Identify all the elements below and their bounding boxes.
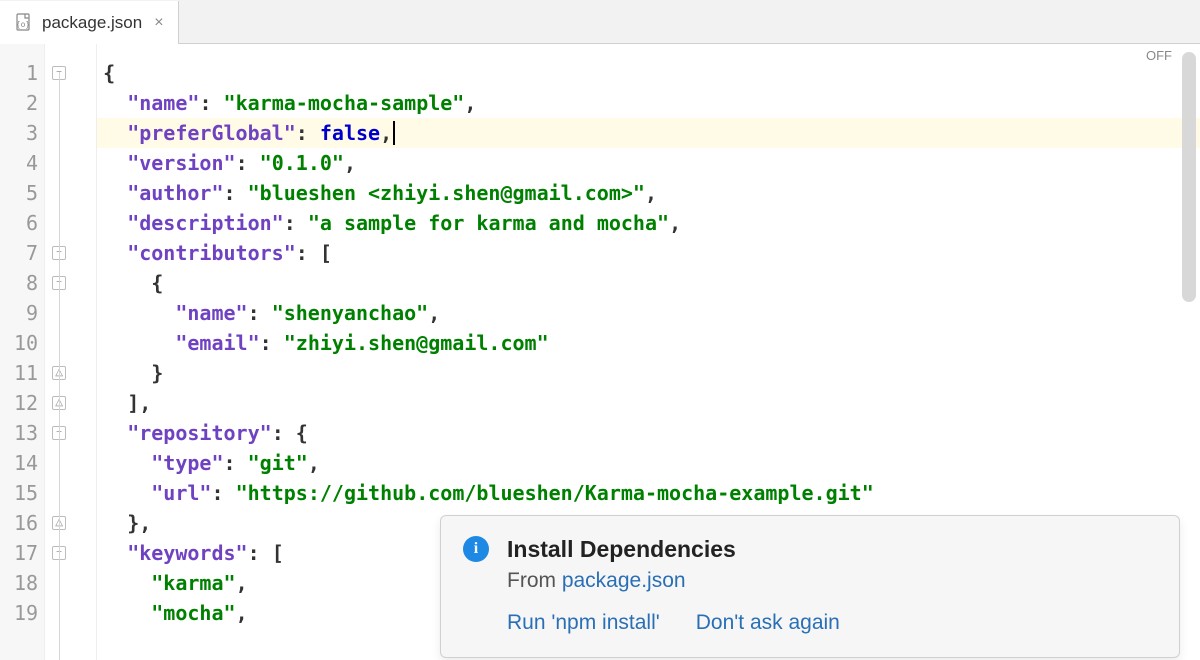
line-number-gutter: 12345678910111213141516171819 [0,44,45,660]
line-number: 10 [14,328,38,358]
code-line[interactable]: } [97,358,1200,388]
line-number: 16 [14,508,38,538]
fold-toggle[interactable]: − [52,246,66,260]
fold-toggle[interactable]: △ [52,396,66,410]
line-number: 19 [14,598,38,628]
info-icon: i [463,536,489,562]
code-line[interactable]: ], [97,388,1200,418]
popup-filename: package.json [562,569,686,592]
svg-text:{o}: {o} [16,20,30,29]
vertical-scrollbar[interactable] [1182,52,1196,302]
fold-toggle[interactable]: − [52,66,66,80]
file-tab[interactable]: {o} package.json × [0,1,179,44]
close-icon[interactable]: × [154,15,163,31]
code-line[interactable]: "author": "blueshen <zhiyi.shen@gmail.co… [97,178,1200,208]
code-line[interactable]: "repository": { [97,418,1200,448]
line-number: 1 [14,58,38,88]
line-number: 2 [14,88,38,118]
code-line[interactable]: "preferGlobal": false, [97,118,1200,148]
code-line[interactable]: "description": "a sample for karma and m… [97,208,1200,238]
tab-filename: package.json [42,13,142,33]
run-npm-install-link[interactable]: Run 'npm install' [507,611,660,635]
popup-title: Install Dependencies [507,536,1155,563]
fold-toggle[interactable]: − [52,546,66,560]
code-line[interactable]: "contributors": [ [97,238,1200,268]
line-number: 6 [14,208,38,238]
fold-toggle[interactable]: − [52,426,66,440]
code-line[interactable]: { [97,58,1200,88]
line-number: 9 [14,298,38,328]
code-line[interactable]: "url": "https://github.com/blueshen/Karm… [97,478,1200,508]
line-number: 11 [14,358,38,388]
popup-subtitle: From package.json [507,569,1155,593]
code-line[interactable]: "name": "karma-mocha-sample", [97,88,1200,118]
line-number: 12 [14,388,38,418]
inspections-off-badge[interactable]: OFF [1146,48,1172,63]
line-number: 14 [14,448,38,478]
fold-toggle[interactable]: △ [52,516,66,530]
json-file-icon: {o} [14,13,34,33]
text-cursor [393,121,395,145]
install-deps-popup: i Install Dependencies From package.json… [440,515,1180,658]
line-number: 3 [14,118,38,148]
line-number: 18 [14,568,38,598]
code-line[interactable]: "name": "shenyanchao", [97,298,1200,328]
line-number: 8 [14,268,38,298]
line-number: 5 [14,178,38,208]
fold-toggle[interactable]: △ [52,366,66,380]
dont-ask-again-link[interactable]: Don't ask again [696,611,840,635]
line-number: 15 [14,478,38,508]
tab-bar: {o} package.json × [0,0,1200,44]
fold-toggle[interactable]: − [52,276,66,290]
line-number: 13 [14,418,38,448]
line-number: 4 [14,148,38,178]
code-line[interactable]: "email": "zhiyi.shen@gmail.com" [97,328,1200,358]
code-line[interactable]: "version": "0.1.0", [97,148,1200,178]
code-line[interactable]: { [97,268,1200,298]
code-line[interactable]: "type": "git", [97,448,1200,478]
line-number: 7 [14,238,38,268]
line-number: 17 [14,538,38,568]
fold-column: − − − △ △ − △ − [45,44,97,660]
